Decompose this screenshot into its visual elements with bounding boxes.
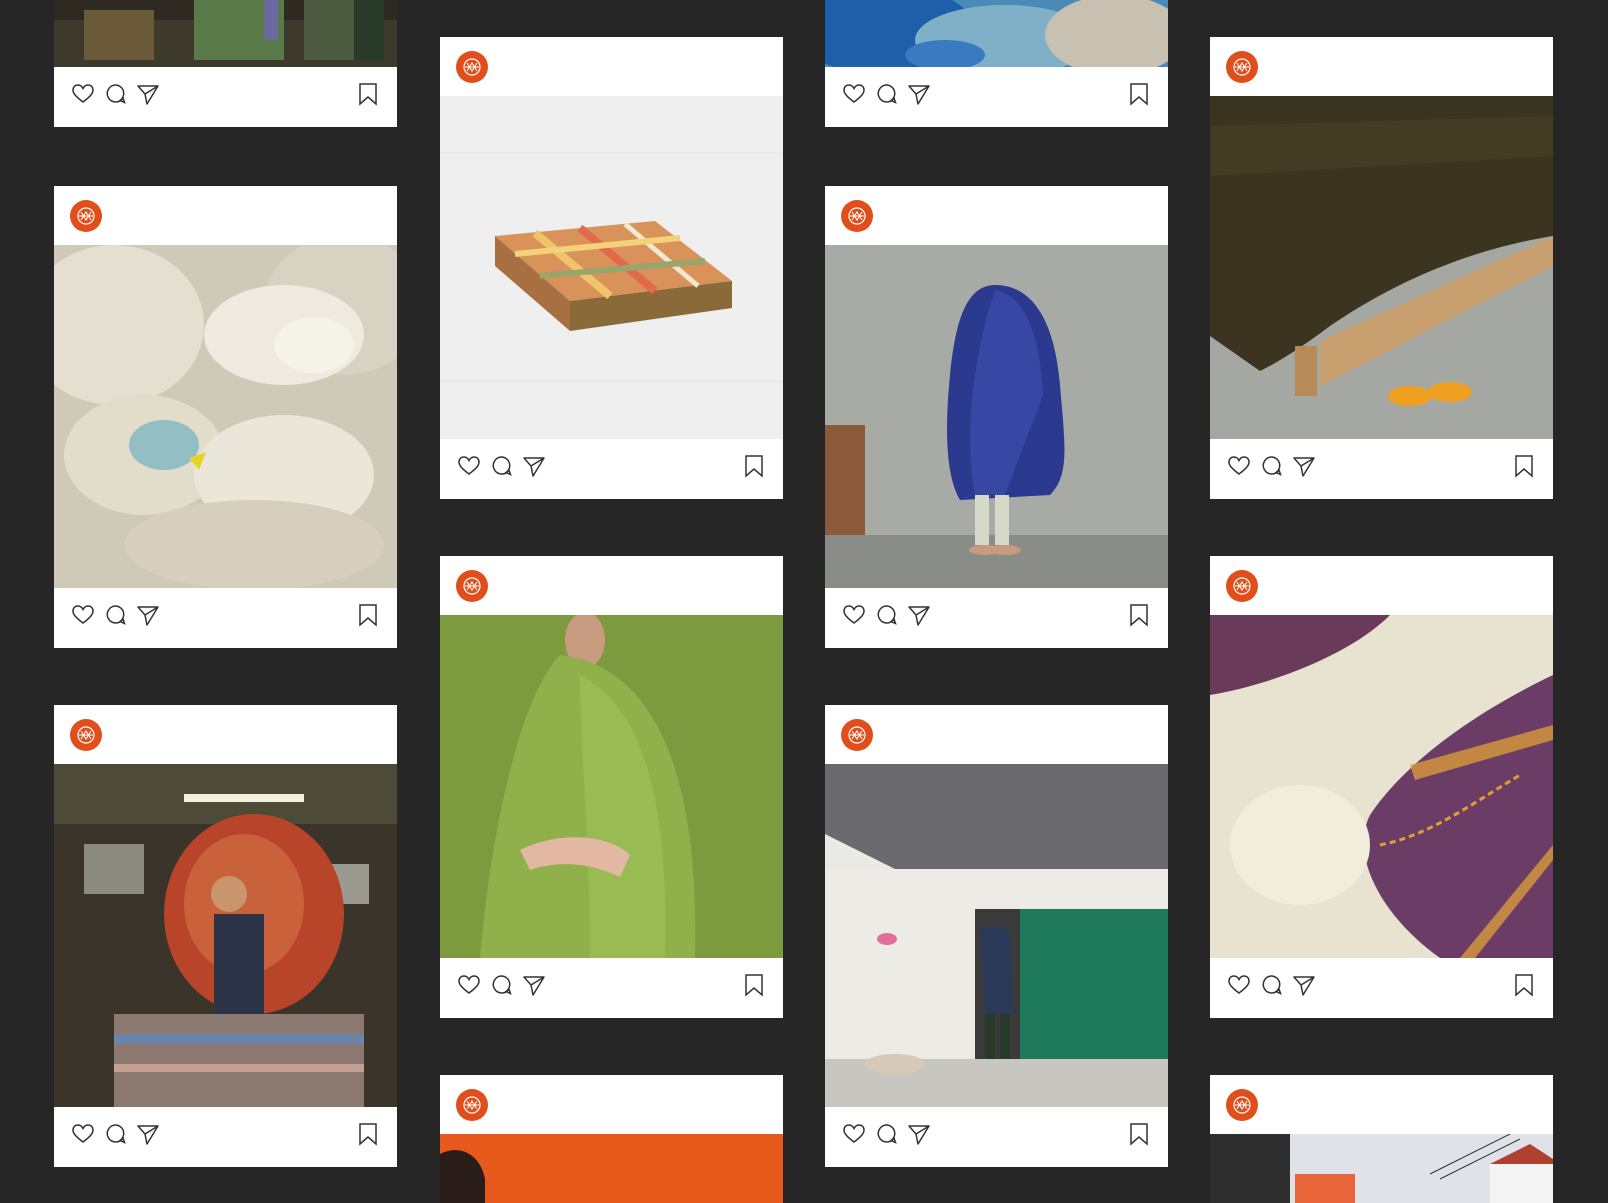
comment-bubble-icon[interactable] <box>489 972 515 998</box>
heart-icon[interactable] <box>456 972 482 998</box>
post-card <box>54 0 397 127</box>
feed-column-1 <box>54 0 397 1203</box>
post-photo-figure-under-blue-blanket[interactable] <box>825 245 1168 588</box>
post-photo-weaving-machinery[interactable] <box>54 0 397 67</box>
post-card <box>1210 37 1553 499</box>
post-photo-cream-and-purple-blanket-closeup[interactable] <box>1210 615 1553 958</box>
feed-column-3 <box>825 0 1168 1203</box>
post-header <box>825 186 1168 245</box>
post-card <box>1210 1075 1553 1203</box>
mill-logo-icon[interactable] <box>841 719 873 751</box>
post-actions <box>54 1107 397 1167</box>
post-actions <box>54 588 397 648</box>
heart-icon[interactable] <box>70 1121 96 1147</box>
post-actions <box>825 67 1168 127</box>
mill-logo-icon[interactable] <box>841 200 873 232</box>
post-card <box>440 556 783 1018</box>
paper-plane-icon[interactable] <box>135 1121 161 1147</box>
mill-logo-icon[interactable] <box>456 570 488 602</box>
heart-icon[interactable] <box>70 602 96 628</box>
post-actions <box>1210 439 1553 499</box>
post-photo-man-entering-green-door-cottage[interactable] <box>825 764 1168 1107</box>
comment-bubble-icon[interactable] <box>103 602 129 628</box>
post-photo-man-carrying-blankets-in-mill[interactable] <box>54 764 397 1107</box>
heart-icon[interactable] <box>456 453 482 479</box>
post-card <box>1210 556 1553 1018</box>
paper-plane-icon[interactable] <box>906 602 932 628</box>
bookmark-icon[interactable] <box>1511 453 1537 479</box>
bookmark-icon[interactable] <box>741 972 767 998</box>
paper-plane-icon[interactable] <box>135 602 161 628</box>
comment-bubble-icon[interactable] <box>874 81 900 107</box>
post-actions <box>825 1107 1168 1167</box>
post-photo-blanket-on-wooden-bed-with-orange-sandals[interactable] <box>1210 96 1553 439</box>
feed-column-4 <box>1210 0 1553 1203</box>
mill-logo-icon[interactable] <box>70 719 102 751</box>
post-actions <box>440 439 783 499</box>
post-header <box>440 1075 783 1134</box>
bookmark-icon[interactable] <box>1126 81 1152 107</box>
comment-bubble-icon[interactable] <box>874 602 900 628</box>
bookmark-icon[interactable] <box>355 1121 381 1147</box>
comment-bubble-icon[interactable] <box>1259 453 1285 479</box>
bookmark-icon[interactable] <box>741 453 767 479</box>
paper-plane-icon[interactable] <box>135 81 161 107</box>
heart-icon[interactable] <box>1226 453 1252 479</box>
post-header <box>1210 37 1553 96</box>
post-actions <box>1210 958 1553 1018</box>
post-card <box>825 186 1168 648</box>
mill-logo-icon[interactable] <box>1226 570 1258 602</box>
post-header <box>1210 1075 1553 1134</box>
mill-logo-icon[interactable] <box>70 200 102 232</box>
paper-plane-icon[interactable] <box>906 1121 932 1147</box>
comment-bubble-icon[interactable] <box>1259 972 1285 998</box>
post-header <box>54 186 397 245</box>
paper-plane-icon[interactable] <box>1291 972 1317 998</box>
mill-logo-icon[interactable] <box>1226 1089 1258 1121</box>
heart-icon[interactable] <box>841 1121 867 1147</box>
post-header <box>440 37 783 96</box>
paper-plane-icon[interactable] <box>906 81 932 107</box>
post-card <box>54 186 397 648</box>
heart-icon[interactable] <box>1226 972 1252 998</box>
post-header <box>440 556 783 615</box>
bookmark-icon[interactable] <box>355 81 381 107</box>
comment-bubble-icon[interactable] <box>103 1121 129 1147</box>
post-card <box>440 37 783 499</box>
post-photo-man-wrapped-in-green-blanket[interactable] <box>440 615 783 958</box>
bookmark-icon[interactable] <box>1126 1121 1152 1147</box>
paper-plane-icon[interactable] <box>521 972 547 998</box>
post-actions <box>825 588 1168 648</box>
bookmark-icon[interactable] <box>355 602 381 628</box>
post-photo-sheep-with-lamb[interactable] <box>54 245 397 588</box>
post-card <box>825 0 1168 127</box>
heart-icon[interactable] <box>70 81 96 107</box>
post-card <box>440 1075 783 1203</box>
comment-bubble-icon[interactable] <box>874 1121 900 1147</box>
bookmark-icon[interactable] <box>1511 972 1537 998</box>
mill-logo-icon[interactable] <box>456 51 488 83</box>
mill-logo-icon[interactable] <box>456 1089 488 1121</box>
post-photo-mill-building-exterior[interactable] <box>1210 1134 1553 1203</box>
post-actions <box>440 958 783 1018</box>
heart-icon[interactable] <box>841 81 867 107</box>
paper-plane-icon[interactable] <box>1291 453 1317 479</box>
post-header <box>1210 556 1553 615</box>
comment-bubble-icon[interactable] <box>489 453 515 479</box>
feed-column-2 <box>440 0 783 1203</box>
post-card <box>54 705 397 1167</box>
heart-icon[interactable] <box>841 602 867 628</box>
post-card <box>825 705 1168 1167</box>
post-photo-folded-plaid-throw[interactable] <box>440 96 783 439</box>
post-header <box>825 705 1168 764</box>
comment-bubble-icon[interactable] <box>103 81 129 107</box>
bookmark-icon[interactable] <box>1126 602 1152 628</box>
post-photo-orange-background-portrait[interactable] <box>440 1134 783 1203</box>
paper-plane-icon[interactable] <box>521 453 547 479</box>
post-header <box>54 705 397 764</box>
post-actions <box>54 67 397 127</box>
mill-logo-icon[interactable] <box>1226 51 1258 83</box>
post-photo-blue-dyed-wool[interactable] <box>825 0 1168 67</box>
